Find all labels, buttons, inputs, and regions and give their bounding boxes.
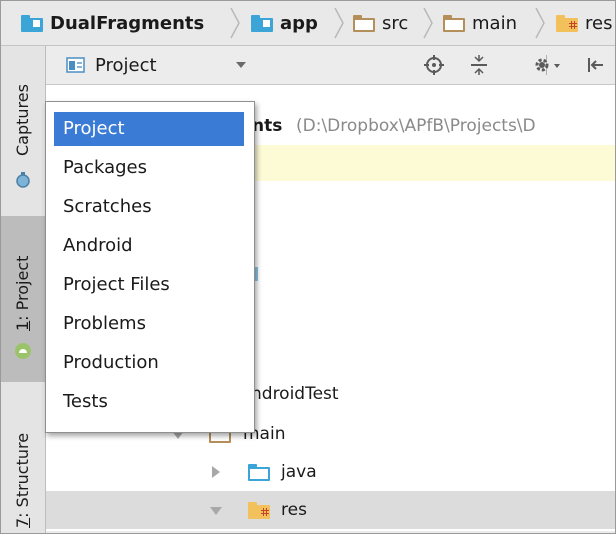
folder-icon — [353, 14, 375, 32]
source-folder-icon — [248, 464, 270, 481]
breadcrumb-label: main — [472, 12, 517, 34]
tab-project-label: 1: Project — [13, 255, 32, 331]
breadcrumb: DualFragments app src main res — [1, 1, 615, 46]
android-icon — [15, 343, 31, 359]
dropdown-option-packages[interactable]: Packages — [54, 151, 244, 185]
project-view-selected: Project — [95, 54, 157, 76]
tree-label: ndroidTest — [251, 384, 339, 404]
breadcrumb-separator-icon — [535, 7, 545, 39]
resource-folder-icon — [556, 14, 578, 32]
expand-right-icon[interactable] — [212, 466, 220, 478]
breadcrumb-label: res — [585, 12, 613, 34]
collapse-all-icon[interactable] — [468, 54, 490, 76]
tree-root-path: (D:\Dropbox\APfB\Projects\D — [296, 116, 536, 136]
locate-icon[interactable] — [423, 54, 445, 76]
resource-folder-icon — [248, 502, 270, 519]
ide-window: DualFragments app src main res Captures — [0, 0, 616, 534]
tree-root-name: nts — [252, 116, 283, 136]
folder-icon — [443, 14, 465, 32]
module-folder-icon — [21, 14, 43, 32]
tab-captures[interactable]: Captures — [1, 46, 45, 206]
breadcrumb-label: DualFragments — [50, 12, 205, 34]
tool-window-strip: Captures 1: Project 7: Structure — [1, 46, 46, 533]
tree-label: res — [281, 500, 307, 520]
breadcrumb-item-app[interactable]: app — [251, 1, 318, 45]
breadcrumb-item-dualfragments[interactable]: DualFragments — [21, 1, 204, 45]
dropdown-option-problems[interactable]: Problems — [54, 307, 244, 341]
dropdown-option-scratches[interactable]: Scratches — [54, 190, 244, 224]
dropdown-option-project-files[interactable]: Project Files — [54, 268, 244, 302]
tree-row-java[interactable]: java — [46, 453, 615, 491]
tab-structure[interactable]: 7: Structure — [1, 391, 45, 533]
dropdown-option-project[interactable]: Project — [54, 112, 244, 146]
dropdown-option-tests[interactable]: Tests — [54, 385, 244, 419]
project-view-dropdown: Project Packages Scratches Android Proje… — [45, 101, 255, 433]
project-view-selector[interactable]: Project — [66, 53, 157, 77]
breadcrumb-separator-icon — [334, 7, 344, 39]
tab-structure-label: 7: Structure — [13, 432, 32, 528]
breadcrumb-separator-icon — [230, 7, 240, 39]
chevron-down-icon[interactable] — [236, 62, 246, 68]
breadcrumb-item-res[interactable]: res — [556, 1, 612, 45]
module-folder-icon — [251, 14, 273, 32]
breadcrumb-label: app — [280, 12, 318, 34]
breadcrumb-separator-icon — [423, 7, 433, 39]
tab-captures-label: Captures — [13, 84, 32, 156]
captures-icon — [16, 172, 30, 188]
hide-panel-icon[interactable] — [584, 54, 606, 76]
breadcrumb-label: src — [382, 12, 409, 34]
tree-label: java — [281, 462, 317, 482]
tree-row-res[interactable]: res — [46, 491, 615, 529]
breadcrumb-item-src[interactable]: src — [353, 1, 408, 45]
settings-icon[interactable] — [530, 54, 564, 76]
dropdown-option-production[interactable]: Production — [54, 346, 244, 380]
tab-project[interactable]: 1: Project — [1, 216, 45, 382]
expand-down-icon[interactable] — [210, 507, 222, 515]
breadcrumb-item-main[interactable]: main — [443, 1, 517, 45]
project-toolbar: Project — [46, 46, 615, 85]
dropdown-option-android[interactable]: Android — [54, 229, 244, 263]
project-view-icon — [66, 57, 85, 73]
